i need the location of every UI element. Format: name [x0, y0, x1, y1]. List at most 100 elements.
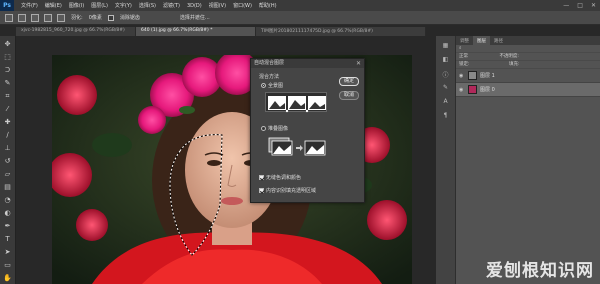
doc-tab-active[interactable]: 640 (1).jpg @ 66.7%(RGB/8#) * — [136, 27, 256, 36]
healing-tool-icon[interactable]: ✚ — [3, 117, 13, 127]
menu-edit[interactable]: 编辑(E) — [45, 2, 62, 9]
site-watermark: 爱刨根知识网 — [486, 261, 594, 281]
seamless-tones-checkbox[interactable] — [259, 175, 264, 180]
collapsed-panel-strip: ▦ ◧ ⓘ ✎ A ¶ — [436, 36, 456, 284]
brush-panel-icon[interactable]: ✎ — [441, 84, 451, 92]
stamp-tool-icon[interactable]: ⊥ — [3, 143, 13, 153]
menu-3d[interactable]: 3D(D) — [187, 3, 202, 9]
lock-label: 锁定: — [459, 62, 470, 67]
shape-tool-icon[interactable]: ▭ — [3, 260, 13, 270]
blur-tool-icon[interactable]: ◔ — [3, 195, 13, 205]
info-panel-icon[interactable]: ⓘ — [441, 70, 451, 79]
doc-tab-label: xjvc-1982815_960_720.jpg @ 66.7%(RGB/8#) — [21, 28, 125, 33]
gradient-tool-icon[interactable]: ▤ — [3, 182, 13, 192]
layer-row[interactable]: ◉ 图层 1 — [456, 69, 600, 83]
content-aware-fill-option[interactable]: 内容识别填充透明区域 — [259, 187, 316, 194]
ok-button[interactable]: 确定 — [339, 77, 359, 86]
blend-method-label: 混合方法 — [259, 74, 280, 80]
lasso-tool-icon[interactable] — [5, 13, 13, 22]
quick-select-tool-icon[interactable]: ✎ — [3, 78, 13, 88]
app-logo: Ps — [0, 0, 14, 11]
close-button[interactable]: ✕ — [591, 2, 596, 9]
dialog-close-icon[interactable]: ✕ — [356, 59, 361, 68]
right-dock: ▦ ◧ ⓘ ✎ A ¶ 调整 图层 路径 ⌕ 正常 不透明度: 锁定: 填充: … — [436, 36, 600, 284]
new-selection-icon[interactable] — [18, 13, 26, 22]
canvas-area[interactable] — [16, 36, 436, 284]
visibility-eye-icon[interactable]: ◉ — [459, 73, 466, 79]
layer-thumbnail — [468, 71, 477, 80]
panorama-label: 全景图 — [268, 83, 284, 89]
menu-select[interactable]: 选择(S) — [139, 2, 156, 9]
auto-blend-dialog: 自动混合图层 ✕ 混合方法 全景图 堆叠图像 无缝色调和颜色 内容识别填充透明区… — [250, 58, 365, 203]
layer-thumbnail — [468, 85, 477, 94]
stack-option[interactable]: 堆叠图像 — [261, 125, 288, 132]
fill-label: 填充: — [508, 62, 520, 67]
lasso-tool-icon[interactable]: ᑐ — [3, 65, 13, 75]
blend-mode-row[interactable]: 正常 不透明度: — [456, 53, 600, 61]
path-select-icon[interactable]: ➤ — [3, 247, 13, 257]
crop-tool-icon[interactable]: ⌗ — [3, 91, 13, 101]
lock-row: 锁定: 填充: — [456, 61, 600, 69]
menu-layer[interactable]: 图层(L) — [91, 2, 108, 9]
dodge-tool-icon[interactable]: ◐ — [3, 208, 13, 218]
layers-panel: 调整 图层 路径 ⌕ 正常 不透明度: 锁定: 填充: ◉ 图层 1 ◉ 图层 — [456, 36, 600, 284]
tab-adjustments[interactable]: 调整 — [456, 36, 473, 45]
doc-tab-label: TIM图片20180211117475D.jpg @ 66.7%(RGB/8#) — [261, 29, 373, 34]
move-tool-icon[interactable]: ✥ — [3, 39, 13, 49]
seamless-tones-label: 无缝色调和颜色 — [266, 175, 302, 181]
feather-input[interactable]: 0像素 — [89, 14, 102, 21]
menu-type[interactable]: 文字(Y) — [115, 2, 132, 9]
panorama-radio[interactable] — [261, 83, 266, 88]
menu-image[interactable]: 图像(I) — [69, 2, 84, 9]
hand-tool-icon[interactable]: ✋ — [3, 273, 13, 283]
menu-file[interactable]: 文件(F) — [21, 2, 38, 9]
intersect-selection-icon[interactable] — [57, 13, 65, 22]
stack-icon — [268, 137, 326, 156]
tab-paths[interactable]: 路径 — [490, 36, 507, 45]
character-panel-icon[interactable]: A — [441, 98, 451, 106]
visibility-eye-icon[interactable]: ◉ — [459, 87, 466, 93]
brush-tool-icon[interactable]: ∕ — [3, 130, 13, 140]
paragraph-panel-icon[interactable]: ¶ — [441, 112, 451, 120]
antialias-label: 消除锯齿 — [119, 15, 140, 21]
stack-label: 堆叠图像 — [268, 126, 289, 132]
type-tool-icon[interactable]: T — [3, 234, 13, 244]
blend-mode-select[interactable]: 正常 — [459, 54, 468, 59]
seamless-tones-option[interactable]: 无缝色调和颜色 — [259, 174, 301, 181]
menu-window[interactable]: 窗口(W) — [233, 2, 252, 9]
stack-radio[interactable] — [261, 126, 266, 131]
menu-bar: Ps 文件(F) 编辑(E) 图像(I) 图层(L) 文字(Y) 选择(S) 滤… — [0, 0, 600, 11]
maximize-button[interactable]: □ — [577, 2, 583, 9]
menu-filter[interactable]: 滤镜(T) — [163, 2, 180, 9]
doc-tab[interactable]: xjvc-1982815_960_720.jpg @ 66.7%(RGB/8#) — [16, 27, 136, 36]
add-selection-icon[interactable] — [31, 13, 39, 22]
pen-tool-icon[interactable]: ✒ — [3, 221, 13, 231]
feather-label: 羽化: — [71, 15, 83, 21]
content-aware-fill-checkbox[interactable] — [259, 188, 264, 193]
panorama-option[interactable]: 全景图 — [261, 82, 283, 89]
doc-tab[interactable]: TIM图片20180211117475D.jpg @ 66.7%(RGB/8#) — [256, 27, 426, 36]
window-controls: — □ ✕ — [563, 0, 596, 11]
document-tabs: xjvc-1982815_960_720.jpg @ 66.7%(RGB/8#)… — [16, 27, 436, 36]
menu-help[interactable]: 帮助(H) — [259, 2, 277, 9]
panorama-illustration — [265, 92, 327, 113]
doc-tab-label: 640 (1).jpg @ 66.7%(RGB/8#) * — [141, 28, 213, 33]
content-aware-fill-label: 内容识别填充透明区域 — [266, 188, 317, 194]
cancel-button[interactable]: 取消 — [339, 91, 359, 100]
antialias-checkbox[interactable] — [107, 14, 114, 21]
opacity-label: 不透明度: — [499, 54, 519, 59]
layer-row[interactable]: ◉ 图层 0 — [456, 83, 600, 97]
history-brush-icon[interactable]: ↺ — [3, 156, 13, 166]
eraser-tool-icon[interactable]: ▱ — [3, 169, 13, 179]
minimize-button[interactable]: — — [563, 2, 569, 9]
menu-view[interactable]: 视图(V) — [209, 2, 226, 9]
marquee-tool-icon[interactable]: ⬚ — [3, 52, 13, 62]
eyedropper-tool-icon[interactable]: ⁄ — [3, 104, 13, 114]
select-and-mask-button[interactable]: 选择并遮住... — [180, 14, 210, 21]
history-panel-icon[interactable]: ▦ — [441, 42, 451, 50]
subtract-selection-icon[interactable] — [44, 13, 52, 22]
adjust-panel-icon[interactable]: ◧ — [441, 56, 451, 64]
layer-filter-row[interactable]: ⌕ — [456, 45, 600, 53]
options-bar: 羽化: 0像素 消除锯齿 选择并遮住... — [0, 11, 600, 25]
tab-layers[interactable]: 图层 — [473, 36, 490, 45]
